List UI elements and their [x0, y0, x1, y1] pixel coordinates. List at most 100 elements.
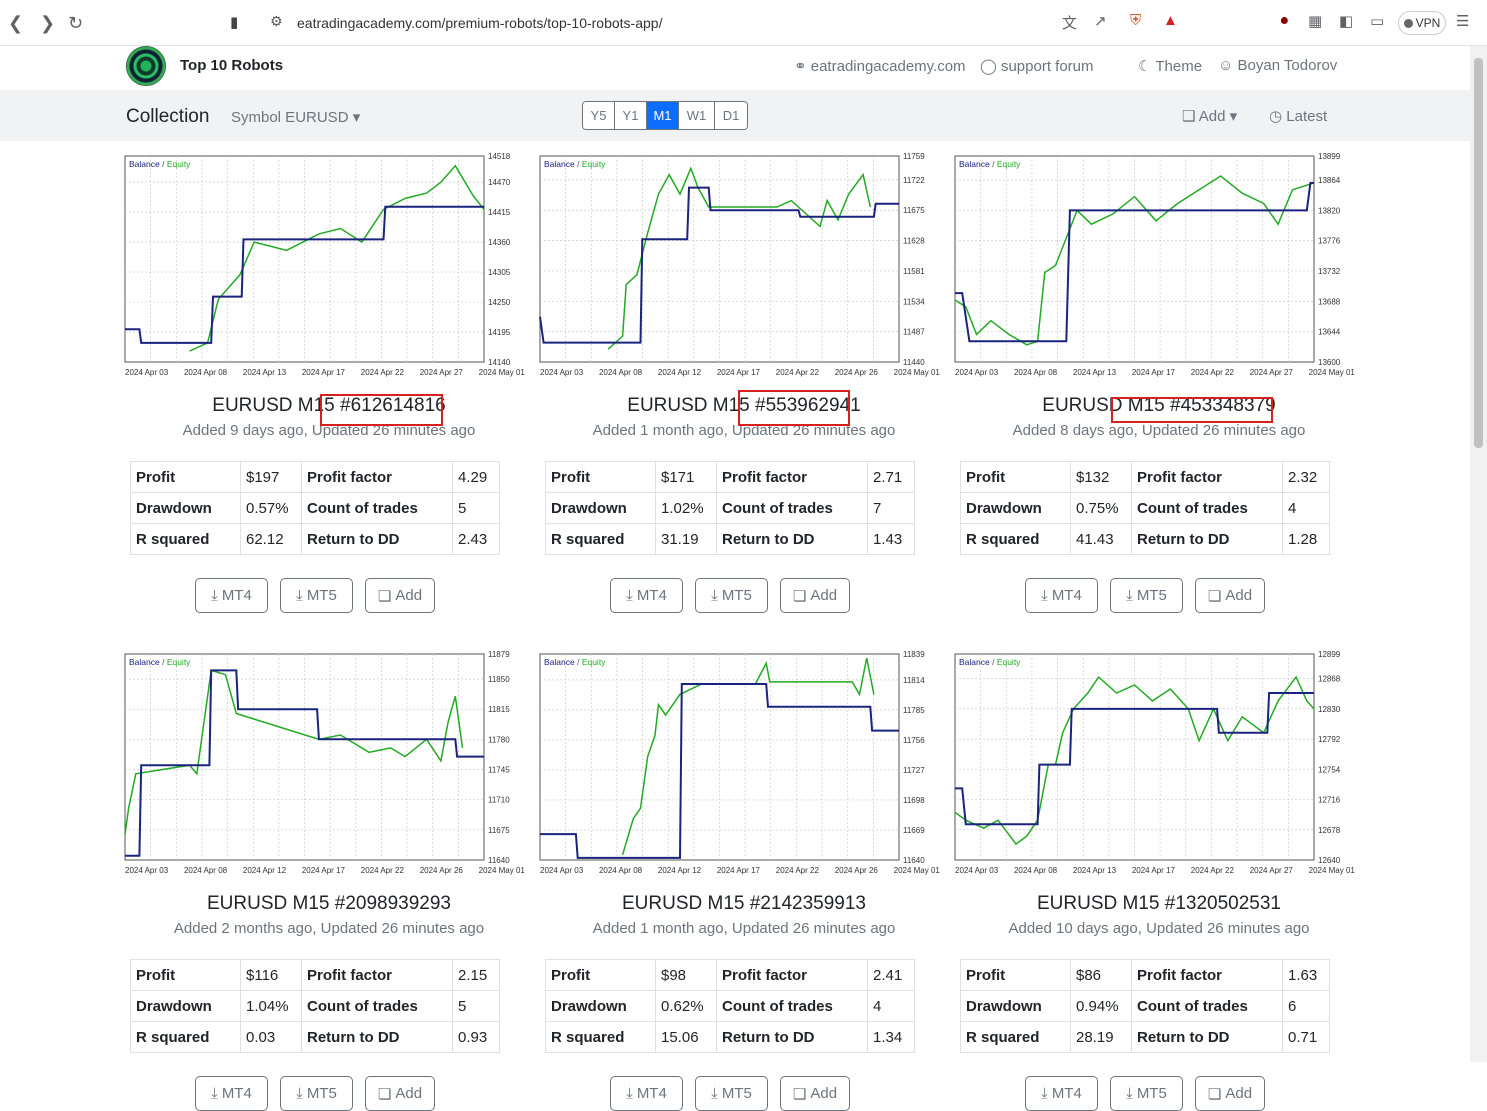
site-link[interactable]: ⚭ eatradingacademy.com — [794, 57, 966, 75]
sidebar-icon[interactable]: ◧ — [1339, 12, 1353, 30]
add-to-collection-button[interactable]: ❏ Add — [365, 1076, 435, 1111]
ublock-icon[interactable]: ⚫ — [1278, 12, 1291, 30]
page-scrollbar[interactable] — [1470, 46, 1487, 1062]
mt5-download-button[interactable]: ⤓ MT5 — [280, 578, 353, 613]
y-tick-label: 13864 — [1318, 176, 1341, 185]
x-tick-label: 2024 Apr 12 — [658, 866, 702, 875]
stats-table: Profit $86 Profit factor 1.63 Drawdown 0… — [960, 959, 1330, 1053]
stat-label: Drawdown — [960, 492, 1071, 524]
scrollbar-thumb[interactable] — [1474, 58, 1483, 448]
timeframe-d1[interactable]: D1 — [715, 102, 747, 129]
extensions-icon[interactable]: ▦ — [1308, 12, 1322, 30]
legend: Balance / Equity — [959, 657, 1021, 667]
forward-icon[interactable]: ❯ — [40, 13, 55, 34]
user-menu[interactable]: ☺ Boyan Todorov — [1218, 57, 1337, 74]
stat-label: Return to DD — [301, 1021, 453, 1053]
stat-value: 0.75% — [1070, 492, 1132, 524]
caret-down-icon: ▾ — [1229, 108, 1238, 125]
theme-toggle[interactable]: ☾ Theme — [1138, 57, 1202, 75]
y-tick-label: 11839 — [903, 650, 925, 659]
url-text[interactable]: eatradingacademy.com/premium-robots/top-… — [297, 15, 662, 31]
support-forum-link[interactable]: ◯ support forum — [980, 57, 1094, 75]
stat-value: 0.57% — [240, 492, 302, 524]
x-tick-label: 2024 Apr 03 — [540, 368, 584, 377]
legend: Balance / Equity — [544, 657, 606, 667]
brave-shield-icon[interactable]: ⛨ — [1130, 12, 1141, 29]
y-tick-label: 11640 — [903, 856, 925, 865]
mt5-download-button[interactable]: ⤓ MT5 — [1110, 1076, 1183, 1111]
latest-sort[interactable]: ◷ Latest — [1269, 107, 1327, 125]
back-icon[interactable]: ❮ — [8, 13, 23, 34]
robot-title[interactable]: EURUSD M15 #2098939293 — [124, 893, 534, 915]
x-tick-label: 2024 May 01 — [479, 866, 526, 875]
y-tick-label: 13600 — [1318, 358, 1341, 367]
timeframe-y1[interactable]: Y1 — [615, 102, 647, 129]
logo-icon[interactable] — [126, 46, 166, 86]
mt5-download-button[interactable]: ⤓ MT5 — [695, 1076, 768, 1111]
add-dropdown[interactable]: ❏ Add ▾ — [1182, 107, 1237, 125]
equity-chart: 11440 11487 11534 11581 11628 11675 11722 11759… — [539, 152, 949, 377]
timeframe-w1[interactable]: W1 — [679, 102, 715, 129]
add-to-collection-button[interactable]: ❏ Add — [780, 1076, 850, 1111]
menu-icon[interactable]: ☰ — [1456, 12, 1469, 30]
bookmark-icon[interactable]: ▮ — [230, 13, 238, 31]
stat-value: $86 — [1070, 959, 1132, 991]
download-icon: ⤓ — [1126, 1085, 1133, 1102]
add-to-collection-button[interactable]: ❏ Add — [1195, 1076, 1265, 1111]
symbol-dropdown[interactable]: Symbol EURUSD ▾ — [231, 108, 360, 126]
share-icon[interactable]: ↗ — [1094, 12, 1107, 30]
table-row: Profit $171 Profit factor 2.71 — [545, 461, 915, 493]
highlight-box — [738, 390, 850, 426]
stat-value: 41.43 — [1070, 523, 1132, 555]
y-tick-label: 11487 — [903, 328, 925, 337]
add-folder-icon: ❏ — [1207, 1085, 1222, 1103]
robot-title[interactable]: EURUSD M15 #2142359913 — [539, 893, 949, 915]
x-tick-label: 2024 Apr 08 — [184, 866, 228, 875]
add-to-collection-button[interactable]: ❏ Add — [365, 578, 435, 613]
stat-value: 2.71 — [867, 461, 915, 493]
mt4-download-button[interactable]: ⤓ MT4 — [1025, 578, 1098, 613]
stats-table: Profit $132 Profit factor 2.32 Drawdown … — [960, 461, 1330, 555]
mt5-download-button[interactable]: ⤓ MT5 — [695, 578, 768, 613]
stat-value: $98 — [655, 959, 717, 991]
add-to-collection-button[interactable]: ❏ Add — [1195, 578, 1265, 613]
stat-label: Profit factor — [1131, 461, 1283, 493]
x-tick-label: 2024 Apr 13 — [1073, 866, 1117, 875]
mt4-download-button[interactable]: ⤓ MT4 — [610, 578, 683, 613]
brave-rewards-icon[interactable]: ▲ — [1163, 12, 1178, 29]
robot-title[interactable]: EURUSD M15 #1320502531 — [954, 893, 1364, 915]
y-tick-label: 14415 — [488, 208, 511, 217]
mt5-download-button[interactable]: ⤓ MT5 — [280, 1076, 353, 1111]
add-to-collection-button[interactable]: ❏ Add — [780, 578, 850, 613]
download-icon: ⤓ — [1041, 1085, 1048, 1102]
highlight-box — [1111, 397, 1273, 423]
mt5-download-button[interactable]: ⤓ MT5 — [1110, 578, 1183, 613]
download-icon: ⤓ — [211, 1085, 218, 1102]
timeframe-y5[interactable]: Y5 — [583, 102, 615, 129]
address-bar[interactable]: ▮ ⚙ eatradingacademy.com/premium-robots/… — [222, 7, 1192, 39]
download-icon: ⤓ — [1126, 587, 1133, 604]
translate-icon[interactable]: 文 — [1062, 12, 1077, 33]
stat-label: Return to DD — [716, 1021, 868, 1053]
equity-chart: 11640 11675 11710 11745 11780 11815 11850 11879… — [124, 650, 534, 875]
mt4-download-button[interactable]: ⤓ MT4 — [195, 1076, 268, 1111]
vpn-button[interactable]: VPN — [1398, 11, 1446, 35]
mt4-download-button[interactable]: ⤓ MT4 — [1025, 1076, 1098, 1111]
stat-value: 62.12 — [240, 523, 302, 555]
stat-value: 2.41 — [867, 959, 915, 991]
stat-label: Drawdown — [545, 492, 656, 524]
x-tick-label: 2024 Apr 17 — [1132, 368, 1176, 377]
stat-label: R squared — [960, 523, 1071, 555]
chart-svg: 12640 12678 12716 12754 12792 12830 12868 12899… — [954, 650, 1355, 875]
mt4-download-button[interactable]: ⤓ MT4 — [610, 1076, 683, 1111]
stat-label: Drawdown — [960, 990, 1071, 1022]
timeframe-m1[interactable]: M1 — [647, 102, 679, 129]
brand-title[interactable]: Top 10 Robots — [180, 57, 283, 74]
table-row: Drawdown 0.75% Count of trades 4 — [960, 492, 1330, 524]
reload-icon[interactable]: ↻ — [68, 13, 83, 34]
site-settings-icon[interactable]: ⚙ — [270, 13, 283, 30]
mt4-download-button[interactable]: ⤓ MT4 — [195, 578, 268, 613]
wallet-icon[interactable]: ▭ — [1370, 12, 1384, 30]
stat-label: R squared — [130, 523, 241, 555]
stat-label: R squared — [130, 1021, 241, 1053]
